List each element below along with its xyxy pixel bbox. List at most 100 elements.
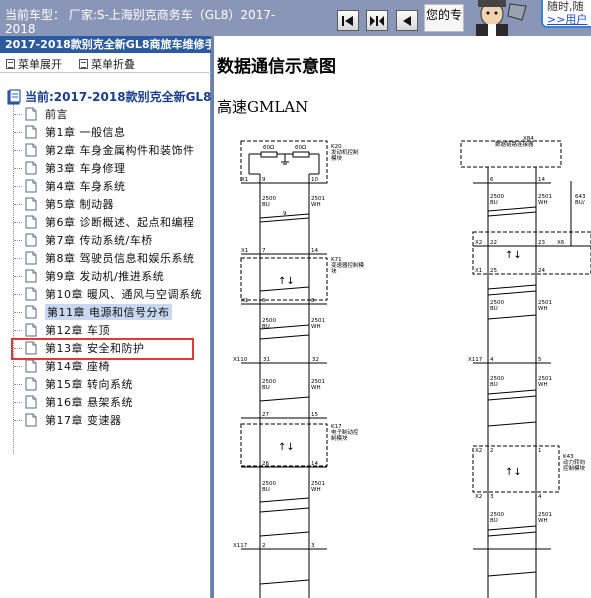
first-page-button[interactable] xyxy=(337,10,359,31)
k71-name-1: 变速器控制模 xyxy=(331,261,365,269)
tree-connector xyxy=(14,311,22,313)
pin-3: 3 xyxy=(311,543,315,549)
k43-name-1: 动力转向 xyxy=(563,458,585,466)
svg-text:↑↓: ↑↓ xyxy=(505,467,522,478)
tree-connector xyxy=(14,131,22,133)
svg-text:↑↓: ↑↓ xyxy=(278,442,295,453)
conn-x110: X110 xyxy=(233,357,248,363)
tree-item[interactable]: 第17章 变速器 xyxy=(14,411,122,429)
tree-item-label: 第11章 电源和信号分布 xyxy=(45,304,172,320)
pin-2: 2 xyxy=(262,543,266,549)
menu-expand-button[interactable]: 菜单展开 xyxy=(6,56,62,72)
top-bar: 当前车型： 厂家:S-上海别克商务车（GL8）2017- 2018 您的专 随时… xyxy=(0,0,591,36)
pin-5: 5 xyxy=(538,357,542,363)
document-icon xyxy=(25,107,37,121)
color-bu-a: BU xyxy=(262,202,270,208)
pin-26: 26 xyxy=(262,461,269,467)
tree-item[interactable]: 第8章 驾驶员信息和娱乐系统 xyxy=(14,249,195,267)
pin-14-b: 14 xyxy=(311,461,318,467)
wiring-diagram: ↑↓ ↑↓ ↑↓ ↑↓ K20 发动机控制 模块 60Ω 60Ω X1 9 10… xyxy=(233,136,591,598)
pin-10: 10 xyxy=(311,177,318,183)
resistor-1 xyxy=(260,151,278,158)
tree-connector xyxy=(14,239,22,241)
tree-item[interactable]: 第5章 制动器 xyxy=(14,195,114,213)
color-wh-d: WH xyxy=(311,487,321,493)
help-bubble[interactable]: 随时,随 >>用户 xyxy=(541,0,591,28)
tree-connector xyxy=(14,113,22,115)
tree-item[interactable]: 第15章 转向系统 xyxy=(14,375,133,393)
tree-item[interactable]: 第10章 暖风、通风与空调系统 xyxy=(14,285,202,303)
menu-collapse-label: 菜单折叠 xyxy=(91,58,135,71)
tree-item-label: 前言 xyxy=(45,108,68,121)
conn-x2-b: X2 xyxy=(475,448,482,454)
tree-item[interactable]: 第1章 一般信息 xyxy=(14,123,126,141)
tree-connector xyxy=(14,149,22,151)
tree-connector xyxy=(14,203,22,205)
conn-x1-r: X1 xyxy=(475,268,482,274)
menu-icon xyxy=(79,59,88,69)
tree-item[interactable]: 第9章 发动机/推进系统 xyxy=(14,267,164,285)
tree-item-label: 第15章 转向系统 xyxy=(45,378,133,391)
pin-23: 23 xyxy=(538,240,545,246)
conn-x1-b: X1 xyxy=(241,248,248,254)
conn-x1-a: X1 xyxy=(241,177,248,183)
k20-name-1: 发动机控制 xyxy=(331,148,359,156)
document-icon xyxy=(25,143,37,157)
tree-connector xyxy=(14,419,22,421)
svg-text:↑↓: ↑↓ xyxy=(505,250,522,261)
menu-collapse-button[interactable]: 菜单折叠 xyxy=(79,56,135,72)
pin-27: 27 xyxy=(262,412,269,418)
tree-item[interactable]: 第4章 车身系统 xyxy=(14,177,126,195)
resistor-2 xyxy=(292,151,310,158)
document-icon xyxy=(25,269,37,283)
tree-item[interactable]: 第7章 传动系统/车桥 xyxy=(14,231,153,249)
pin-32: 32 xyxy=(312,357,319,363)
pin-8: 8 xyxy=(311,298,315,304)
tree-item-label: 第17章 变速器 xyxy=(45,414,122,427)
tree-item[interactable]: 第11章 电源和信号分布 xyxy=(14,303,172,321)
tree-root-label: 当前:2017-2018款别克全新GL8 xyxy=(25,90,212,104)
pin-14-r: 14 xyxy=(538,177,545,183)
tree-item-label: 第9章 发动机/推进系统 xyxy=(45,270,165,283)
k17-name-1: 电子制动控 xyxy=(331,428,359,436)
tree-item[interactable]: 第6章 诊断概述、起点和编程 xyxy=(14,213,195,231)
tree-connector xyxy=(14,257,22,259)
pin-6-r: 6 xyxy=(490,177,494,183)
color-bu-r: BU xyxy=(490,200,498,206)
pin-9: 9 xyxy=(262,177,266,183)
tree-item-label: 第2章 车身金属构件和装饰件 xyxy=(45,144,195,157)
pin-15: 15 xyxy=(311,412,318,418)
color-wh-r4: WH xyxy=(538,518,548,524)
svg-text:↑↓: ↑↓ xyxy=(278,276,295,287)
help-link[interactable]: >>用户 xyxy=(547,13,591,26)
tree-connector xyxy=(14,167,22,169)
split-view-button[interactable] xyxy=(366,10,388,31)
color-wh-r: WH xyxy=(538,200,548,206)
k17-name-2: 制模块 xyxy=(331,434,348,442)
twist-a: 9 xyxy=(283,211,287,217)
res1-label: 60Ω xyxy=(263,145,274,151)
previous-page-button[interactable] xyxy=(396,10,418,31)
pin-3-r: 3 xyxy=(490,494,494,500)
sidebar-title: 2017-2018款别克全新GL8商旅车维修手 xyxy=(0,36,211,53)
pin-25: 25 xyxy=(490,268,497,274)
tree-root[interactable]: 当前:2017-2018款别克全新GL8 xyxy=(6,88,211,105)
tree-item[interactable]: 第16章 悬架系统 xyxy=(14,393,133,411)
tree-item[interactable]: 第12章 车顶 xyxy=(14,321,110,339)
tree-item[interactable]: 第2章 车身金属构件和装饰件 xyxy=(14,141,195,159)
x84-name: 数据链路连接器 xyxy=(495,140,534,148)
color-wh-r2: WH xyxy=(538,306,548,312)
tree-item-label: 第16章 悬架系统 xyxy=(45,396,133,409)
tree-item-label: 第5章 制动器 xyxy=(45,198,114,211)
menu-expand-label: 菜单展开 xyxy=(18,58,62,71)
tree-item[interactable]: 前言 xyxy=(14,105,68,123)
color-bu-c: BU xyxy=(262,385,270,391)
menu-icon xyxy=(6,59,15,69)
previous-page-icon xyxy=(403,15,411,26)
tree-connector xyxy=(14,275,22,277)
pin-4: 4 xyxy=(490,357,494,363)
tree-item-label: 第14章 座椅 xyxy=(45,360,110,373)
tree-item[interactable]: 第3章 车身修理 xyxy=(14,159,126,177)
pin-6: 6 xyxy=(262,298,266,304)
color-wh-b: WH xyxy=(311,324,321,330)
